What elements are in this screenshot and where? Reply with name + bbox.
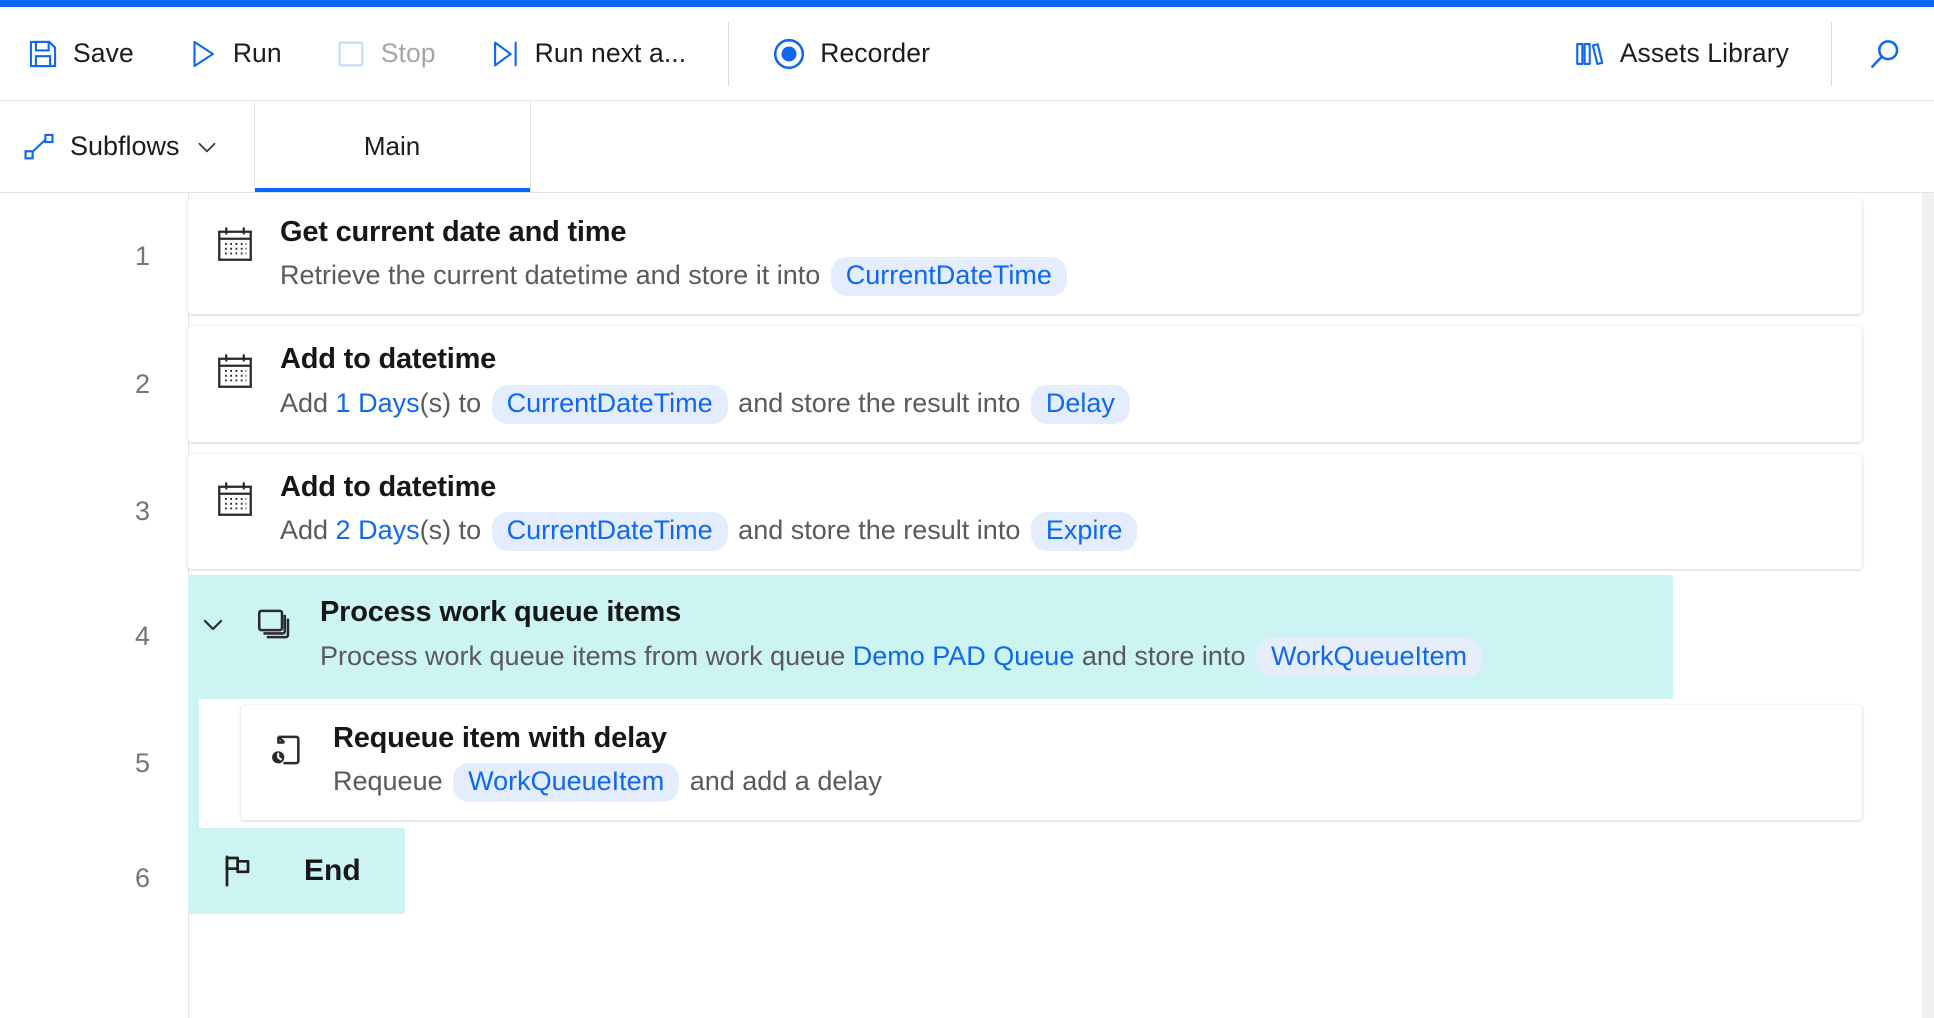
- flow-tab-strip: Subflows Main: [0, 101, 1934, 193]
- step-text: Add to datetime Add 2 Days(s) to Current…: [280, 470, 1838, 551]
- step-description: Process work queue items from work queue…: [320, 638, 1649, 677]
- recorder-button[interactable]: Recorder: [745, 7, 956, 100]
- step-number: 2: [0, 320, 188, 447]
- step-card[interactable]: Add to datetime Add 2 Days(s) to Current…: [188, 454, 1862, 569]
- run-next-action-button[interactable]: Run next a...: [462, 7, 713, 100]
- vertical-scrollbar[interactable]: [1922, 193, 1934, 1018]
- save-button-label: Save: [73, 38, 134, 69]
- requeue-clock-icon: [265, 727, 311, 773]
- step-card[interactable]: Add to datetime Add 1 Days(s) to Current…: [188, 326, 1862, 441]
- calendar-icon: [212, 348, 258, 394]
- variable-pill[interactable]: Expire: [1031, 512, 1138, 551]
- stop-button-label: Stop: [381, 38, 436, 69]
- table-row[interactable]: 2: [0, 320, 1922, 447]
- play-icon: [186, 37, 220, 71]
- subflow-graph-icon: [22, 130, 56, 164]
- variable-pill[interactable]: WorkQueueItem: [1256, 638, 1482, 677]
- calendar-icon: [212, 476, 258, 522]
- step-body: Get current date and time Retrieve the c…: [188, 193, 1922, 320]
- main-toolbar: Save Run Stop: [0, 7, 1934, 101]
- parameter-link[interactable]: Demo PAD Queue: [853, 641, 1075, 671]
- step-list: 1: [0, 193, 1922, 928]
- calendar-icon: [212, 221, 258, 267]
- work-queue-icon: [252, 601, 298, 647]
- step-description: Requeue WorkQueueItem and add a delay: [333, 763, 1838, 802]
- step-card[interactable]: Requeue item with delay Requeue WorkQueu…: [241, 705, 1862, 820]
- table-row[interactable]: 4 Pro: [0, 575, 1922, 698]
- step-body: End: [188, 828, 1922, 928]
- step-body-nested: Requeue item with delay Requeue WorkQueu…: [188, 699, 1922, 828]
- collapse-toggle-icon[interactable]: [196, 601, 230, 647]
- step-body: Add to datetime Add 2 Days(s) to Current…: [188, 448, 1922, 575]
- search-button[interactable]: [1848, 7, 1934, 100]
- run-button-label: Run: [233, 38, 282, 69]
- step-card[interactable]: Get current date and time Retrieve the c…: [188, 199, 1862, 314]
- table-row[interactable]: 3: [0, 448, 1922, 575]
- recorder-label: Recorder: [820, 38, 930, 69]
- books-icon: [1573, 37, 1607, 71]
- subflows-label: Subflows: [70, 131, 180, 162]
- table-row[interactable]: 5: [0, 699, 1922, 828]
- step-title: Add to datetime: [280, 342, 1838, 377]
- step-text: Process work queue items Process work qu…: [320, 595, 1649, 676]
- step-over-icon: [488, 37, 522, 71]
- step-title: Add to datetime: [280, 470, 1838, 505]
- step-card[interactable]: Process work queue items Process work qu…: [188, 575, 1673, 698]
- tab-main[interactable]: Main: [255, 101, 531, 192]
- step-description: Retrieve the current datetime and store …: [280, 257, 1838, 296]
- variable-pill[interactable]: CurrentDateTime: [831, 257, 1067, 296]
- variable-pill[interactable]: Delay: [1031, 385, 1130, 424]
- table-row[interactable]: 6 End: [0, 828, 1922, 928]
- table-row[interactable]: 1: [0, 193, 1922, 320]
- step-title: Requeue item with delay: [333, 721, 1838, 756]
- step-body: Process work queue items Process work qu…: [188, 575, 1922, 698]
- step-number: 1: [0, 193, 188, 320]
- step-number: 4: [0, 575, 188, 698]
- parameter-link[interactable]: 1 Days: [336, 388, 420, 418]
- tab-main-label: Main: [364, 131, 420, 162]
- run-button[interactable]: Run: [160, 7, 308, 100]
- step-title: Get current date and time: [280, 215, 1838, 250]
- toolbar-divider-1: [728, 22, 729, 86]
- step-text: Requeue item with delay Requeue WorkQueu…: [333, 721, 1838, 802]
- step-number: 5: [0, 699, 188, 828]
- variable-pill[interactable]: WorkQueueItem: [453, 763, 679, 802]
- end-step-card[interactable]: End: [188, 828, 405, 914]
- assets-library-label: Assets Library: [1620, 38, 1789, 69]
- assets-library-button[interactable]: Assets Library: [1547, 7, 1815, 100]
- step-title: Process work queue items: [320, 595, 1649, 630]
- chevron-down-icon: [194, 134, 220, 160]
- nesting-connector: [188, 699, 199, 828]
- stop-button[interactable]: Stop: [308, 7, 462, 100]
- variable-pill[interactable]: CurrentDateTime: [492, 385, 728, 424]
- nested-step-wrap: Requeue item with delay Requeue WorkQueu…: [241, 699, 1922, 828]
- search-icon: [1866, 35, 1904, 73]
- step-text: Get current date and time Retrieve the c…: [280, 215, 1838, 296]
- subflows-dropdown[interactable]: Subflows: [0, 101, 255, 192]
- save-button[interactable]: Save: [0, 7, 160, 100]
- end-step-title: End: [304, 854, 361, 888]
- run-next-action-label: Run next a...: [535, 38, 687, 69]
- step-body: Add to datetime Add 1 Days(s) to Current…: [188, 320, 1922, 447]
- parameter-link[interactable]: 2 Days: [336, 515, 420, 545]
- record-circle-icon: [771, 36, 807, 72]
- step-description: Add 2 Days(s) to CurrentDateTime and sto…: [280, 512, 1838, 551]
- toolbar-divider-2: [1831, 22, 1832, 86]
- save-icon: [26, 37, 60, 71]
- toolbar-run-controls: Save Run Stop: [0, 7, 712, 100]
- step-description: Add 1 Days(s) to CurrentDateTime and sto…: [280, 385, 1838, 424]
- flow-canvas: 1: [0, 193, 1934, 1018]
- variable-pill[interactable]: CurrentDateTime: [492, 512, 728, 551]
- step-number: 3: [0, 448, 188, 575]
- step-text: Add to datetime Add 1 Days(s) to Current…: [280, 342, 1838, 423]
- stop-square-icon: [334, 37, 368, 71]
- top-accent-bar: [0, 0, 1934, 7]
- flag-icon: [214, 848, 260, 894]
- step-number: 6: [0, 828, 188, 928]
